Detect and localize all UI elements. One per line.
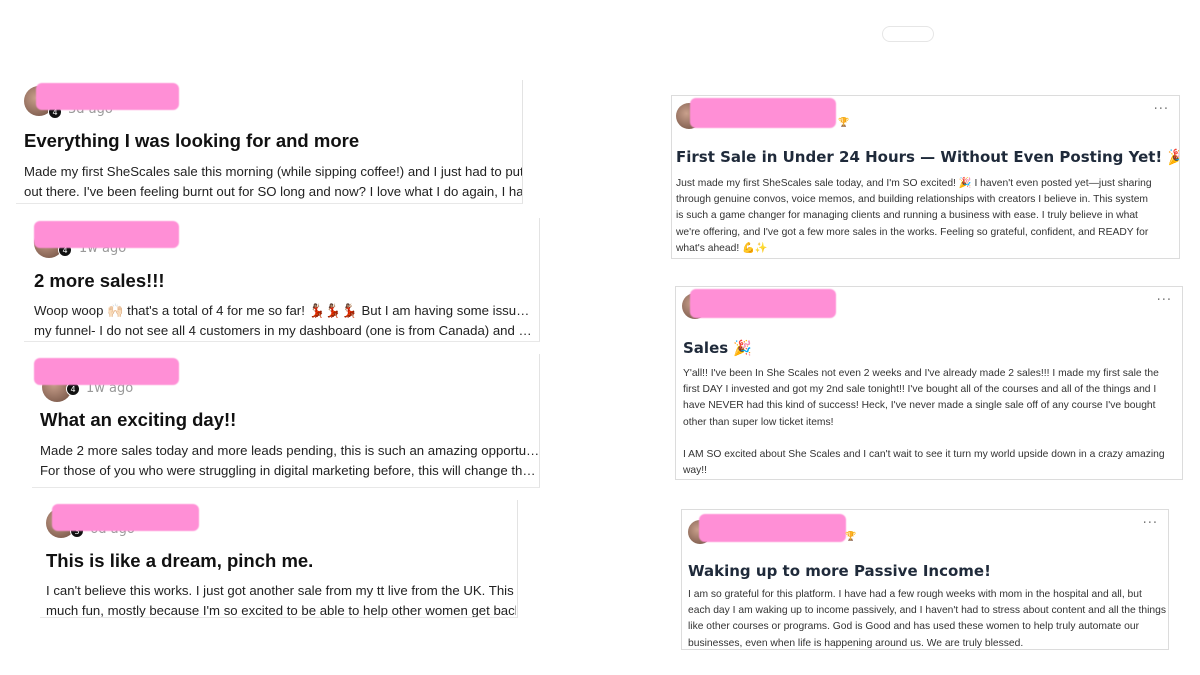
post-body-line: through genuine convos, voice memos, and…: [676, 194, 1148, 206]
post-body-line: businesses, even when life is happening …: [688, 637, 1024, 649]
redacted-name: [34, 221, 179, 248]
redacted-name: [690, 98, 836, 128]
post-title[interactable]: This is like a dream, pinch me.: [46, 550, 313, 572]
redacted-name: [52, 504, 199, 531]
post-body-line: we're offering, and I've got a few more …: [676, 226, 1149, 238]
post-body-line: For those of you who were struggling in …: [40, 463, 540, 478]
redacted-name: [36, 83, 179, 110]
post-card-2[interactable]: 4 1w ago 2 more sales!!! Woop woop 🙌🏻 th…: [24, 218, 540, 342]
post-body-line: have NEVER had this kind of success! Hec…: [683, 400, 1156, 412]
more-options-icon[interactable]: ···: [1157, 293, 1172, 308]
post-card-6[interactable]: ··· Sales 🎉 Y'all!! I've been In She Sca…: [675, 286, 1183, 480]
post-title[interactable]: Waking up to more Passive Income!: [688, 562, 991, 580]
more-options-icon[interactable]: ···: [1143, 516, 1158, 531]
more-options-icon[interactable]: ···: [1154, 102, 1169, 117]
post-body-line: first DAY I invested and got my 2nd sale…: [683, 384, 1157, 396]
post-body-line: I am so grateful for this platform. I ha…: [688, 589, 1142, 600]
post-title[interactable]: Sales 🎉: [683, 339, 752, 357]
post-body-line: I can't believe this works. I just got a…: [46, 583, 516, 598]
post-body-line: other than super low ticket items!: [683, 416, 834, 428]
post-body-line: Just made my first SheScales sale today,…: [676, 178, 1152, 189]
post-title[interactable]: What an exciting day!!: [40, 409, 236, 431]
post-body-line: my funnel- I do not see all 4 customers …: [34, 323, 534, 338]
post-body: Just made my first SheScales sale today,…: [676, 176, 1178, 257]
post-body-line: [683, 431, 1182, 447]
post-body: Made my first SheScales sale this mornin…: [24, 162, 523, 202]
trophy-icon: 🏆: [838, 118, 850, 128]
post-body-line: Made my first SheScales sale this mornin…: [24, 164, 523, 179]
post-body: Made 2 more sales today and more leads p…: [40, 441, 540, 481]
post-card-5[interactable]: 🏆 ··· First Sale in Under 24 Hours — Wit…: [671, 95, 1180, 259]
post-title[interactable]: 2 more sales!!!: [34, 270, 165, 292]
post-card-3[interactable]: 4 1w ago What an exciting day!! Made 2 m…: [32, 354, 540, 488]
redacted-name: [690, 289, 836, 318]
post-body: Y'all!! I've been In She Scales not even…: [683, 366, 1182, 479]
top-pill: [882, 26, 934, 42]
post-body: I can't believe this works. I just got a…: [46, 581, 516, 618]
post-title[interactable]: First Sale in Under 24 Hours — Without E…: [676, 148, 1179, 166]
post-body: Woop woop 🙌🏻 that's a total of 4 for me …: [34, 301, 534, 341]
post-body-line: I AM SO excited about She Scales and I c…: [683, 449, 1165, 461]
post-body-line: is such a game changer for managing clie…: [676, 210, 1138, 222]
post-body-line: much fun, mostly because I'm so excited …: [46, 603, 516, 618]
redacted-name: [699, 514, 846, 542]
post-body-line: what's ahead! 💪✨: [676, 242, 768, 254]
post-body: I am so grateful for this platform. I ha…: [688, 587, 1168, 649]
post-card-7[interactable]: 🏆 ··· Waking up to more Passive Income! …: [681, 509, 1169, 650]
post-body-line: like other courses or programs. God is G…: [688, 621, 1140, 633]
post-body-line: Woop woop 🙌🏻 that's a total of 4 for me …: [34, 303, 534, 318]
post-body-line: way!!: [683, 465, 708, 477]
post-body-line: Y'all!! I've been In She Scales not even…: [683, 368, 1159, 379]
post-body-line: out there. I've been feeling burnt out f…: [24, 184, 523, 199]
post-card-4[interactable]: 3 6d ago This is like a dream, pinch me.…: [40, 500, 518, 618]
redacted-name: [34, 358, 179, 385]
post-body-line: Made 2 more sales today and more leads p…: [40, 443, 540, 458]
trophy-icon: 🏆: [845, 532, 857, 542]
post-card-1[interactable]: 4 3d ago Everything I was looking for an…: [16, 80, 523, 204]
post-title[interactable]: Everything I was looking for and more: [24, 130, 359, 152]
post-body-line: each day I am waking up to income passiv…: [688, 605, 1167, 617]
